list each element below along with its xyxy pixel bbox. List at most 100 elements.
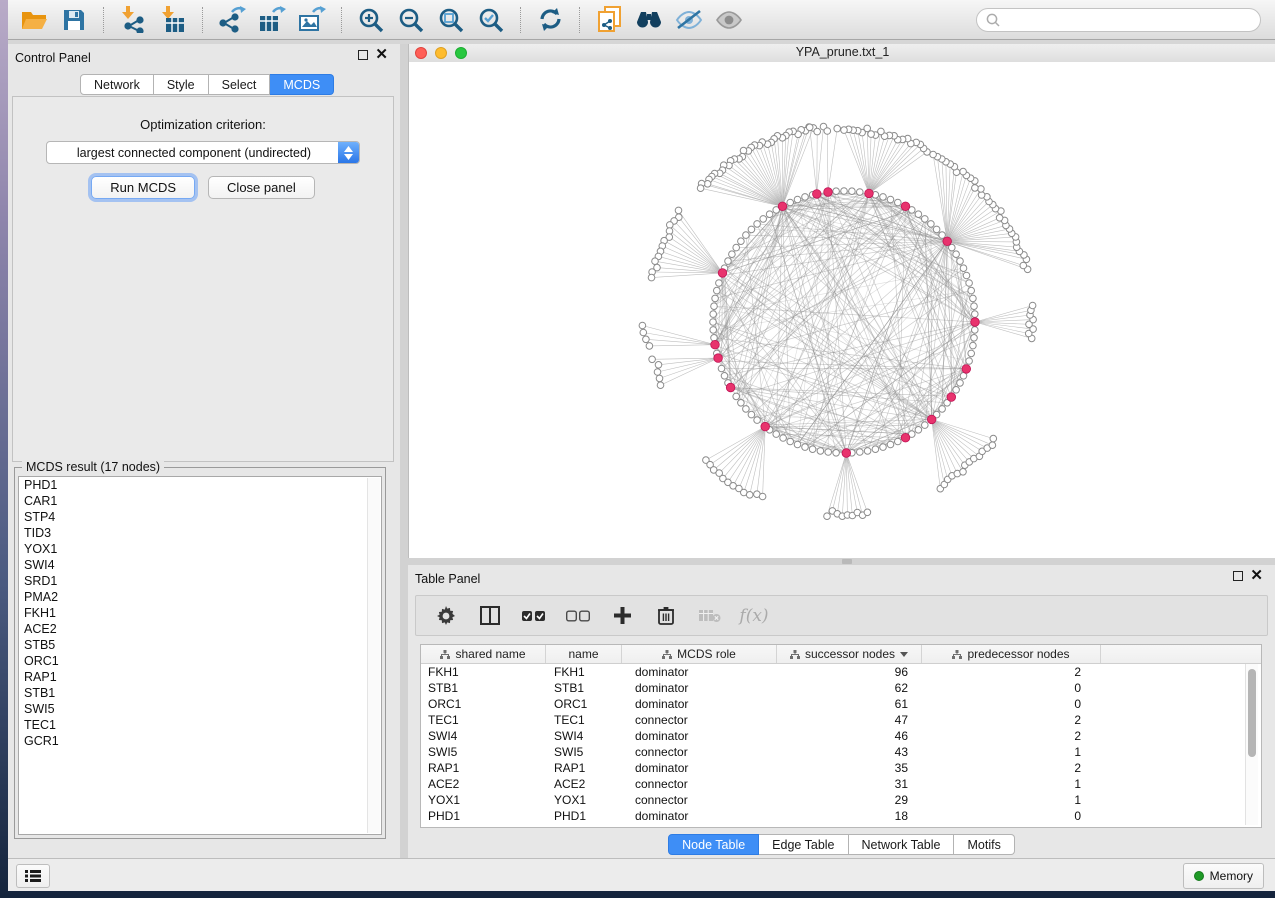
vertical-splitter[interactable] [400,44,408,858]
table-row[interactable]: RAP1RAP1dominator352 [421,760,1261,776]
table-cell: dominator [622,729,777,743]
mcds-list-scrollbar[interactable] [367,478,380,833]
optimization-criterion-select[interactable]: largest connected component (undirected) [46,141,360,164]
mcds-result-item[interactable]: STP4 [19,509,381,525]
table-row[interactable]: ORC1ORC1dominator610 [421,696,1261,712]
export-image-icon[interactable] [296,6,328,34]
network-canvas[interactable] [409,62,1275,558]
table-row[interactable]: STB1STB1dominator620 [421,680,1261,696]
gear-icon[interactable] [434,603,458,629]
close-window-icon[interactable] [415,47,427,59]
share-document-icon[interactable] [593,6,625,34]
run-mcds-button[interactable]: Run MCDS [91,176,195,199]
mcds-result-item[interactable]: RAP1 [19,669,381,685]
table-row[interactable]: ACE2ACE2connector311 [421,776,1261,792]
tab-edge-table[interactable]: Edge Table [759,834,848,855]
table-scrollbar[interactable] [1245,664,1258,825]
table-scrollbar-thumb[interactable] [1248,669,1256,757]
splitter-grip[interactable] [842,559,852,564]
show-eye-icon[interactable] [713,6,745,34]
table-row[interactable]: SWI5SWI5connector431 [421,744,1261,760]
mcds-result-item[interactable]: SWI4 [19,557,381,573]
network-graph[interactable] [409,62,1275,558]
tab-motifs[interactable]: Motifs [954,834,1014,855]
search-box[interactable] [976,8,1261,32]
tab-style[interactable]: Style [154,74,209,95]
float-table-panel-icon[interactable] [1233,571,1243,581]
table-row[interactable]: YOX1YOX1connector291 [421,792,1261,808]
column-header-successor-nodes[interactable]: successor nodes [777,645,922,663]
column-header-mcds-role[interactable]: MCDS role [622,645,777,663]
status-bar: Memory [8,858,1275,891]
zoom-in-icon[interactable] [355,6,387,34]
mcds-result-item[interactable]: TID3 [19,525,381,541]
column-header-name[interactable]: name [546,645,622,663]
table-header-row: shared namenameMCDS rolesuccessor nodesp… [421,645,1261,664]
close-table-panel-icon[interactable]: ✕ [1250,571,1263,581]
table-cell: STB1 [421,681,546,695]
minimize-window-icon[interactable] [435,47,447,59]
table-cell: 1 [922,777,1101,791]
mcds-result-group: MCDS result (17 nodes) PHD1CAR1STP4TID3Y… [14,467,386,839]
table-cell: connector [622,777,777,791]
close-panel-button[interactable]: Close panel [208,176,315,199]
tab-select[interactable]: Select [209,74,271,95]
export-network-icon[interactable] [216,6,248,34]
cytoscape-window: Control Panel ✕ NetworkStyleSelectMCDS O… [8,0,1275,890]
table-row[interactable]: TEC1TEC1connector472 [421,712,1261,728]
zoom-out-icon[interactable] [395,6,427,34]
table-cell: 43 [777,745,922,759]
float-panel-icon[interactable] [358,50,368,60]
export-table-icon[interactable] [256,6,288,34]
node-table[interactable]: shared namenameMCDS rolesuccessor nodesp… [420,644,1262,828]
mcds-result-item[interactable]: FKH1 [19,605,381,621]
select-all-icon[interactable] [522,603,546,629]
table-cell: 1 [922,745,1101,759]
import-network-icon[interactable] [117,6,149,34]
refresh-icon[interactable] [534,6,566,34]
table-row[interactable]: SWI4SWI4dominator462 [421,728,1261,744]
import-table-icon[interactable] [157,6,189,34]
mcds-result-item[interactable]: SRD1 [19,573,381,589]
save-icon[interactable] [58,6,90,34]
maximize-window-icon[interactable] [455,47,467,59]
add-icon[interactable] [610,603,634,629]
horizontal-splitter[interactable] [408,558,1275,565]
hide-eye-icon[interactable] [673,6,705,34]
tab-network[interactable]: Network [80,74,154,95]
mcds-result-item[interactable]: SWI5 [19,701,381,717]
memory-button[interactable]: Memory [1183,863,1264,889]
table-row[interactable]: FKH1FKH1dominator962 [421,664,1261,680]
network-window-titlebar[interactable]: YPA_prune.txt_1 [409,44,1275,63]
open-folder-icon[interactable] [18,6,50,34]
column-header-predecessor-nodes[interactable]: predecessor nodes [922,645,1101,663]
mcds-result-title: MCDS result (17 nodes) [22,460,164,474]
mcds-result-item[interactable]: ACE2 [19,621,381,637]
mcds-result-item[interactable]: STB5 [19,637,381,653]
mcds-result-item[interactable]: CAR1 [19,493,381,509]
zoom-fit-icon[interactable] [435,6,467,34]
mcds-result-item[interactable]: YOX1 [19,541,381,557]
table-cell: 96 [777,665,922,679]
task-history-button[interactable] [16,864,50,888]
delete-table-icon[interactable] [698,603,722,629]
tab-node-table[interactable]: Node Table [668,834,759,855]
deselect-all-icon[interactable] [566,603,590,629]
mcds-result-item[interactable]: ORC1 [19,653,381,669]
delete-icon[interactable] [654,603,678,629]
mcds-result-item[interactable]: STB1 [19,685,381,701]
column-header-shared-name[interactable]: shared name [421,645,546,663]
tab-mcds[interactable]: MCDS [270,74,334,95]
close-panel-icon[interactable]: ✕ [375,50,388,60]
tab-network-table[interactable]: Network Table [849,834,955,855]
mcds-result-list[interactable]: PHD1CAR1STP4TID3YOX1SWI4SRD1PMA2FKH1ACE2… [18,476,382,835]
mcds-result-item[interactable]: GCR1 [19,733,381,749]
binoculars-icon[interactable] [633,6,665,34]
table-row[interactable]: PHD1PHD1dominator180 [421,808,1261,824]
mcds-result-item[interactable]: PHD1 [19,477,381,493]
mcds-result-item[interactable]: PMA2 [19,589,381,605]
mcds-result-item[interactable]: TEC1 [19,717,381,733]
zoom-selected-icon[interactable] [475,6,507,34]
columns-icon[interactable] [478,603,502,629]
search-input[interactable] [1005,12,1239,28]
